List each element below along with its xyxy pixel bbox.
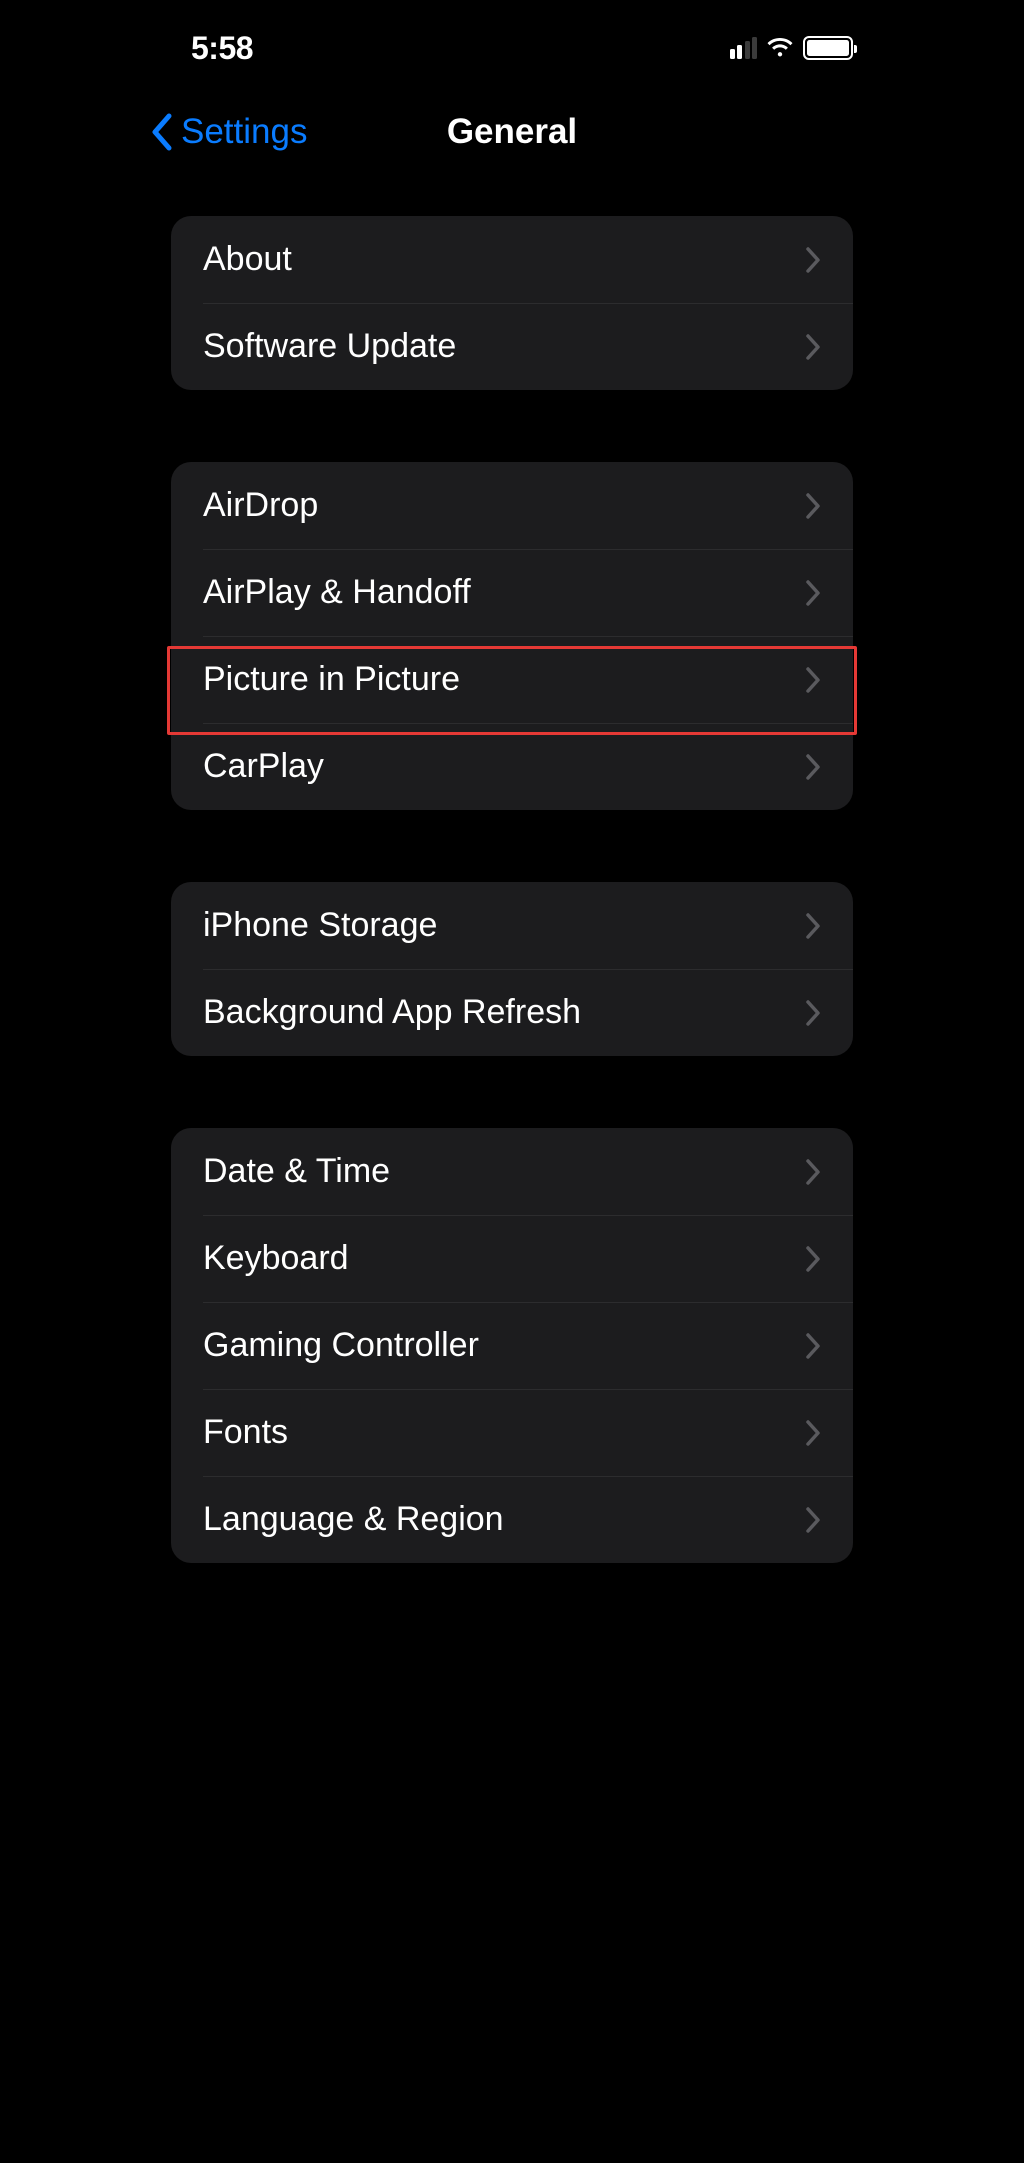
- row-label: Fonts: [203, 1413, 288, 1452]
- row-label: Software Update: [203, 327, 456, 366]
- status-bar: 5:58: [137, 0, 887, 80]
- cellular-signal-icon: [730, 37, 758, 59]
- row-software-update[interactable]: Software Update: [171, 303, 853, 390]
- chevron-left-icon: [149, 112, 177, 152]
- chevron-right-icon: [805, 579, 821, 607]
- row-carplay[interactable]: CarPlay: [171, 723, 853, 810]
- settings-content: About Software Update AirDrop AirPlay & Han…: [137, 216, 887, 1563]
- row-airplay-handoff[interactable]: AirPlay & Handoff: [171, 549, 853, 636]
- settings-section: About Software Update: [171, 216, 853, 390]
- row-date-time[interactable]: Date & Time: [171, 1128, 853, 1215]
- row-iphone-storage[interactable]: iPhone Storage: [171, 882, 853, 969]
- page-title: General: [447, 112, 577, 152]
- row-airdrop[interactable]: AirDrop: [171, 462, 853, 549]
- settings-section: AirDrop AirPlay & Handoff Picture in Pictu…: [171, 462, 853, 810]
- chevron-right-icon: [805, 753, 821, 781]
- back-label: Settings: [181, 112, 307, 152]
- chevron-right-icon: [805, 1332, 821, 1360]
- status-icons: [730, 36, 854, 60]
- chevron-right-icon: [805, 1245, 821, 1273]
- row-gaming-controller[interactable]: Gaming Controller: [171, 1302, 853, 1389]
- row-keyboard[interactable]: Keyboard: [171, 1215, 853, 1302]
- row-label: Gaming Controller: [203, 1326, 479, 1365]
- row-label: iPhone Storage: [203, 906, 437, 945]
- row-label: AirPlay & Handoff: [203, 573, 471, 612]
- row-label: AirDrop: [203, 486, 318, 525]
- row-picture-in-picture[interactable]: Picture in Picture: [171, 636, 853, 723]
- chevron-right-icon: [805, 1419, 821, 1447]
- row-label: Background App Refresh: [203, 993, 581, 1032]
- chevron-right-icon: [805, 666, 821, 694]
- chevron-right-icon: [805, 333, 821, 361]
- status-time: 5:58: [171, 30, 253, 67]
- back-button[interactable]: Settings: [149, 112, 307, 152]
- row-label: Language & Region: [203, 1500, 504, 1539]
- row-fonts[interactable]: Fonts: [171, 1389, 853, 1476]
- row-label: Picture in Picture: [203, 660, 460, 699]
- chevron-right-icon: [805, 246, 821, 274]
- chevron-right-icon: [805, 999, 821, 1027]
- row-language-region[interactable]: Language & Region: [171, 1476, 853, 1563]
- nav-header: Settings General: [137, 88, 887, 176]
- row-about[interactable]: About: [171, 216, 853, 303]
- chevron-right-icon: [805, 492, 821, 520]
- row-background-app-refresh[interactable]: Background App Refresh: [171, 969, 853, 1056]
- row-label: Date & Time: [203, 1152, 390, 1191]
- row-label: Keyboard: [203, 1239, 349, 1278]
- chevron-right-icon: [805, 1158, 821, 1186]
- row-label: CarPlay: [203, 747, 324, 786]
- chevron-right-icon: [805, 1506, 821, 1534]
- settings-section: iPhone Storage Background App Refresh: [171, 882, 853, 1056]
- wifi-icon: [765, 37, 795, 59]
- chevron-right-icon: [805, 912, 821, 940]
- battery-icon: [803, 36, 853, 60]
- settings-section: Date & Time Keyboard Gaming Controller Font…: [171, 1128, 853, 1563]
- row-label: About: [203, 240, 292, 279]
